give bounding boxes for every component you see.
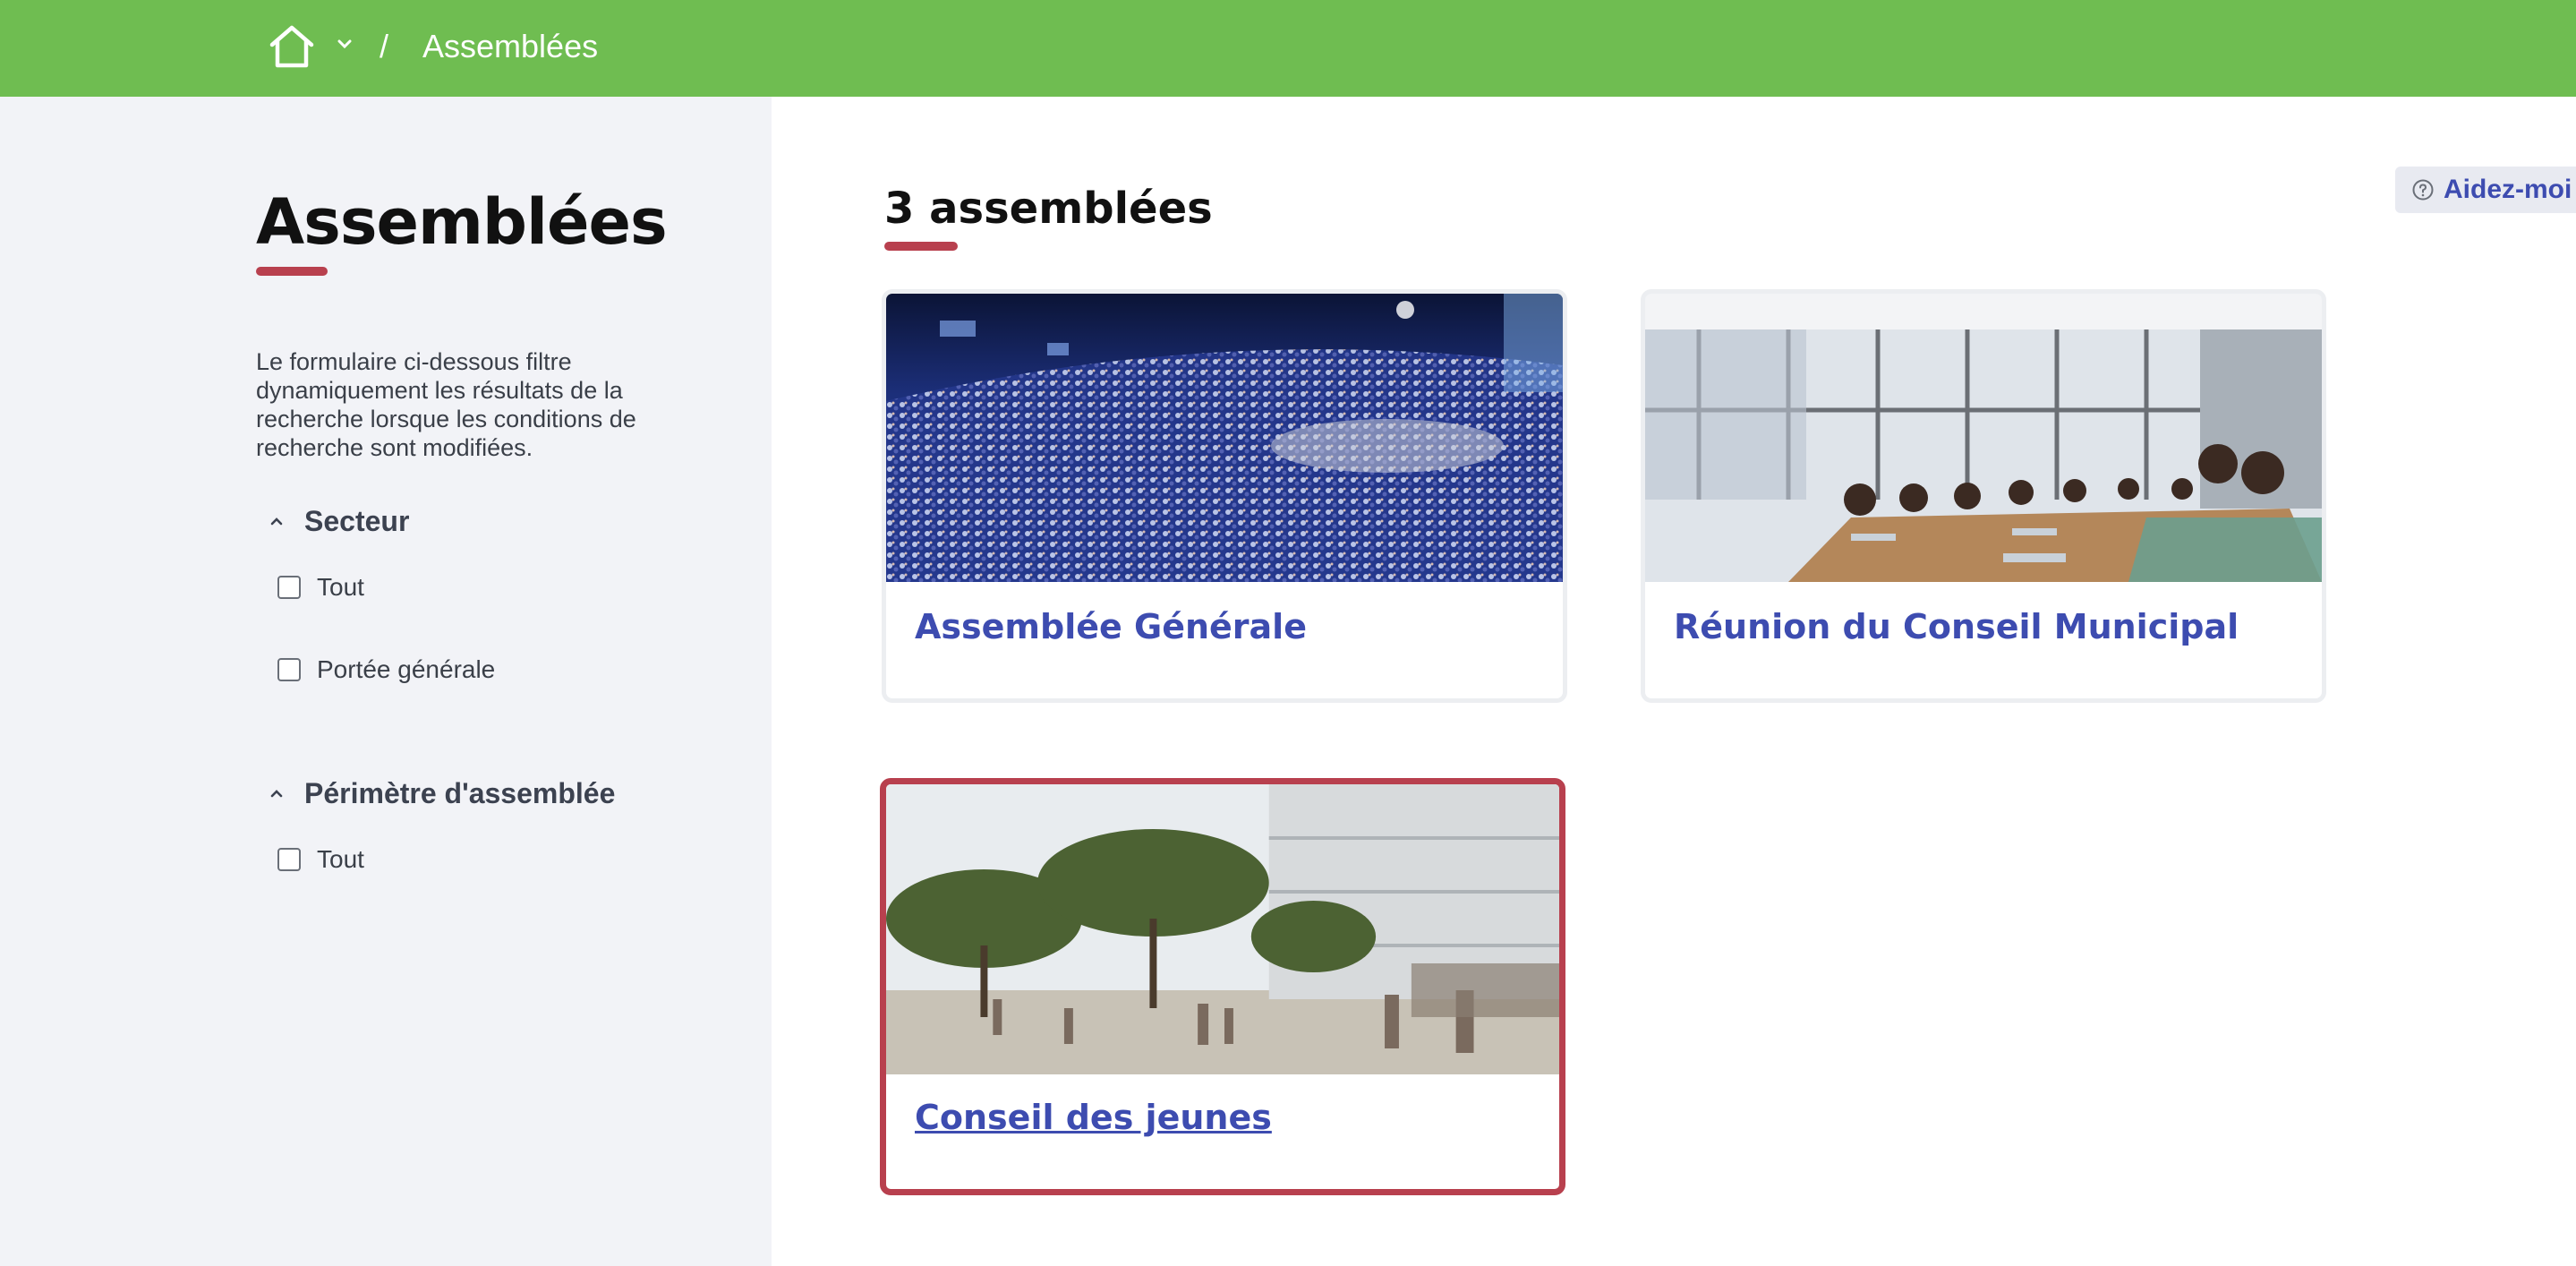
help-label: Aidez-moi: [2444, 175, 2572, 204]
help-button[interactable]: Aidez-moi: [2395, 167, 2576, 213]
filter-heading: Périmètre d'assemblée: [304, 776, 616, 809]
breadcrumb-separator: /: [380, 28, 389, 64]
checkbox[interactable]: [277, 576, 301, 599]
results-count: 3 assemblées: [884, 184, 1213, 234]
checkbox-perimetre-tout[interactable]: Tout: [277, 844, 364, 875]
assembly-card[interactable]: Assemblée Générale: [882, 289, 1567, 703]
top-bar: / Assemblées: [0, 0, 2576, 97]
assembly-card[interactable]: Conseil des jeunes: [880, 778, 1565, 1195]
checkbox-label: Tout: [317, 573, 364, 601]
filter-description: Le formulaire ci-dessous filtre dynamiqu…: [256, 348, 636, 461]
checkbox-portee-generale[interactable]: Portée générale: [277, 654, 495, 685]
meeting-room-photo: [1645, 294, 2322, 582]
card-title[interactable]: Réunion du Conseil Municipal: [1674, 607, 2239, 646]
card-title[interactable]: Conseil des jeunes: [915, 1098, 1272, 1137]
chevron-down-icon[interactable]: [335, 34, 354, 54]
breadcrumb-current: Assemblées: [422, 28, 599, 64]
question-circle-icon: [2412, 179, 2434, 201]
title-underline: [256, 267, 328, 276]
filter-toggle-perimetre[interactable]: Périmètre d'assemblée: [267, 774, 615, 813]
results-underline: [884, 242, 958, 251]
public-square-photo: [886, 784, 1559, 1074]
page-title: Assemblées: [256, 185, 668, 259]
card-title[interactable]: Assemblée Générale: [915, 607, 1307, 646]
checkbox[interactable]: [277, 848, 301, 871]
filter-heading: Secteur: [304, 504, 410, 537]
auditorium-crowd-photo: [886, 294, 1563, 582]
chevron-up-icon: [270, 790, 283, 798]
checkbox-label: Portée générale: [317, 655, 496, 683]
checkbox[interactable]: [277, 658, 301, 681]
home-icon[interactable]: [267, 23, 317, 70]
assembly-card[interactable]: Réunion du Conseil Municipal: [1641, 289, 2326, 703]
chevron-up-icon: [270, 518, 283, 526]
checkbox-label: Tout: [317, 845, 364, 873]
filter-toggle-secteur[interactable]: Secteur: [267, 501, 409, 541]
checkbox-secteur-tout[interactable]: Tout: [277, 572, 364, 603]
